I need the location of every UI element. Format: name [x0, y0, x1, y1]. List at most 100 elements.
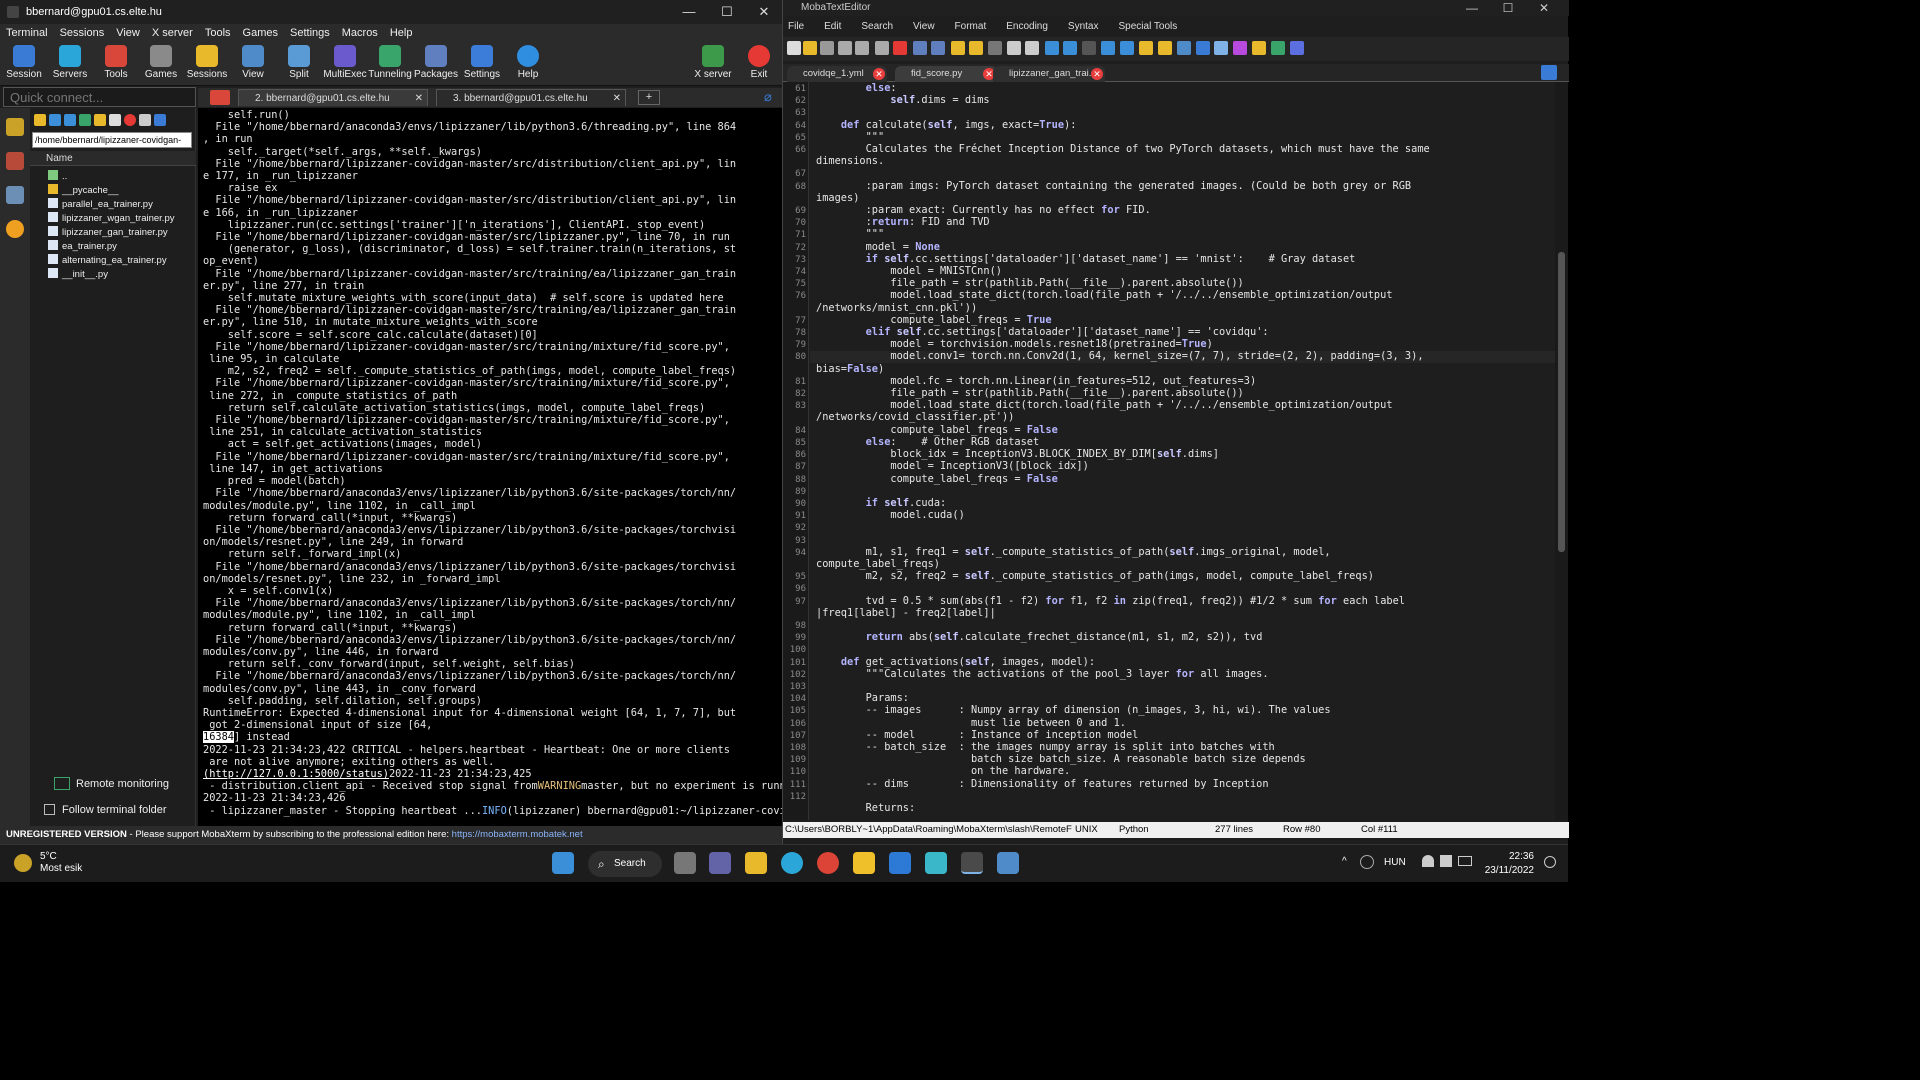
clock-date[interactable]: 23/11/2022	[1480, 865, 1534, 876]
refresh-icon[interactable]	[79, 114, 91, 126]
menu-terminal[interactable]: Terminal	[6, 27, 48, 39]
minimize-icon[interactable]: —	[670, 0, 708, 24]
file-item[interactable]: alternating_ea_trainer.py	[48, 254, 167, 268]
clock-time[interactable]: 22:36	[1494, 851, 1534, 862]
sessions-button[interactable]: Sessions	[184, 42, 230, 86]
menu-format[interactable]: Format	[955, 18, 987, 36]
window-icon[interactable]	[1101, 41, 1115, 55]
download-icon[interactable]	[49, 114, 61, 126]
notes-icon[interactable]	[853, 852, 875, 874]
menu-search[interactable]: Search	[861, 18, 893, 36]
save-icon[interactable]	[838, 41, 852, 55]
save-all-icon[interactable]	[855, 41, 869, 55]
column-header-name[interactable]: Name	[30, 151, 196, 166]
delete-icon[interactable]	[124, 114, 136, 126]
close-icon[interactable]: ✕	[745, 0, 783, 24]
mobatexteditor-taskbar-icon[interactable]	[997, 852, 1019, 874]
bookmark-icon[interactable]	[951, 41, 965, 55]
wrap-icon[interactable]	[1196, 41, 1210, 55]
open-icon[interactable]	[803, 41, 817, 55]
exit-button[interactable]: Exit	[736, 42, 782, 86]
menu-special-tools[interactable]: Special Tools	[1119, 18, 1178, 36]
menu-tools[interactable]: Tools	[205, 27, 231, 39]
tools-icon[interactable]	[6, 152, 24, 170]
attachment-icon[interactable]: ⌀	[764, 89, 772, 105]
help-button[interactable]: Help	[505, 42, 551, 86]
xserver-button[interactable]: X server	[690, 42, 736, 86]
tab-covidqe-yml[interactable]: covidqe_1.yml ✕	[787, 66, 887, 82]
copy-icon[interactable]	[1007, 41, 1021, 55]
new-file-icon[interactable]	[787, 41, 801, 55]
close-tab-icon[interactable]: ✕	[1091, 68, 1103, 80]
tools-button[interactable]: Tools	[93, 42, 139, 86]
menu-settings[interactable]: Settings	[290, 27, 330, 39]
apple-icon[interactable]	[1177, 41, 1191, 55]
column-icon[interactable]	[1214, 41, 1228, 55]
mobaxterm-taskbar-icon[interactable]	[961, 852, 983, 874]
file-item[interactable]: __init__.py	[48, 268, 108, 282]
language-indicator[interactable]: HUN	[1384, 857, 1406, 868]
wifi-icon[interactable]	[1422, 855, 1434, 867]
menu-xserver[interactable]: X server	[152, 27, 193, 39]
highlight-icon[interactable]	[1252, 41, 1266, 55]
exit-icon[interactable]	[1290, 41, 1304, 55]
close-tab-icon[interactable]: ✕	[613, 90, 621, 107]
mobatek-link[interactable]: https://mobaxterm.mobatek.net	[452, 829, 583, 840]
split-icon[interactable]	[1120, 41, 1134, 55]
close-file-icon[interactable]	[893, 41, 907, 55]
menu-macros[interactable]: Macros	[342, 27, 378, 39]
tunneling-button[interactable]: Tunneling	[367, 42, 413, 86]
split-button[interactable]: Split	[276, 42, 322, 86]
quick-connect-input[interactable]	[3, 87, 196, 107]
menu-sessions[interactable]: Sessions	[60, 27, 105, 39]
maximize-icon[interactable]: ☐	[1489, 0, 1527, 16]
menu-file[interactable]: File	[788, 18, 804, 36]
linux-icon[interactable]	[1158, 41, 1172, 55]
windows-icon[interactable]	[1139, 41, 1153, 55]
chrome-icon[interactable]	[817, 852, 839, 874]
print-icon[interactable]	[875, 41, 889, 55]
replace-icon[interactable]	[1063, 41, 1077, 55]
star-icon[interactable]	[969, 41, 983, 55]
menu-edit[interactable]: Edit	[824, 18, 841, 36]
vertical-scrollbar[interactable]	[1555, 82, 1568, 820]
upload-icon[interactable]	[64, 114, 76, 126]
reload-icon[interactable]	[820, 41, 834, 55]
syntax-mode[interactable]: Python	[1119, 822, 1149, 838]
close-icon[interactable]: ✕	[1525, 0, 1563, 16]
servers-button[interactable]: Servers	[47, 42, 93, 86]
eol-mode[interactable]: UNIX	[1075, 822, 1098, 838]
star-icon[interactable]	[6, 118, 24, 136]
file-item[interactable]: __pycache__	[48, 184, 119, 198]
follow-terminal-folder-checkbox[interactable]: Follow terminal folder	[44, 802, 194, 818]
new-tab-icon[interactable]: +	[638, 90, 660, 105]
notepad-icon[interactable]	[925, 852, 947, 874]
file-item[interactable]: lipizzaner_wgan_trainer.py	[48, 212, 174, 226]
games-button[interactable]: Games	[138, 42, 184, 86]
close-tab-icon[interactable]: ✕	[873, 68, 885, 80]
session-button[interactable]: Session	[1, 42, 47, 86]
remote-monitoring-button[interactable]: Remote monitoring	[54, 775, 194, 793]
minimize-icon[interactable]: —	[1453, 0, 1491, 16]
view-button[interactable]: View	[230, 42, 276, 86]
multiexec-button[interactable]: MultiExec	[322, 42, 368, 86]
chevron-up-icon[interactable]: ^	[1342, 856, 1347, 867]
notification-icon[interactable]	[1544, 856, 1556, 868]
menu-help[interactable]: Help	[390, 27, 413, 39]
pilcrow-icon[interactable]	[1233, 41, 1247, 55]
new-folder-icon[interactable]	[94, 114, 106, 126]
file-item[interactable]: ea_trainer.py	[48, 240, 117, 254]
scrollbar-thumb[interactable]	[1558, 252, 1565, 552]
vscode-icon[interactable]	[889, 852, 911, 874]
menu-view[interactable]: View	[913, 18, 935, 36]
edge-icon[interactable]	[781, 852, 803, 874]
menu-syntax[interactable]: Syntax	[1068, 18, 1099, 36]
menu-games[interactable]: Games	[243, 27, 278, 39]
cut-icon[interactable]	[988, 41, 1002, 55]
file-item[interactable]: parallel_ea_trainer.py	[48, 198, 153, 212]
tab-fid-score-py[interactable]: fid_score.py ✕	[895, 66, 997, 82]
outdent-icon[interactable]	[931, 41, 945, 55]
settings-button[interactable]: Settings	[459, 42, 505, 86]
new-file-icon[interactable]	[109, 114, 121, 126]
send-icon[interactable]	[6, 186, 24, 204]
